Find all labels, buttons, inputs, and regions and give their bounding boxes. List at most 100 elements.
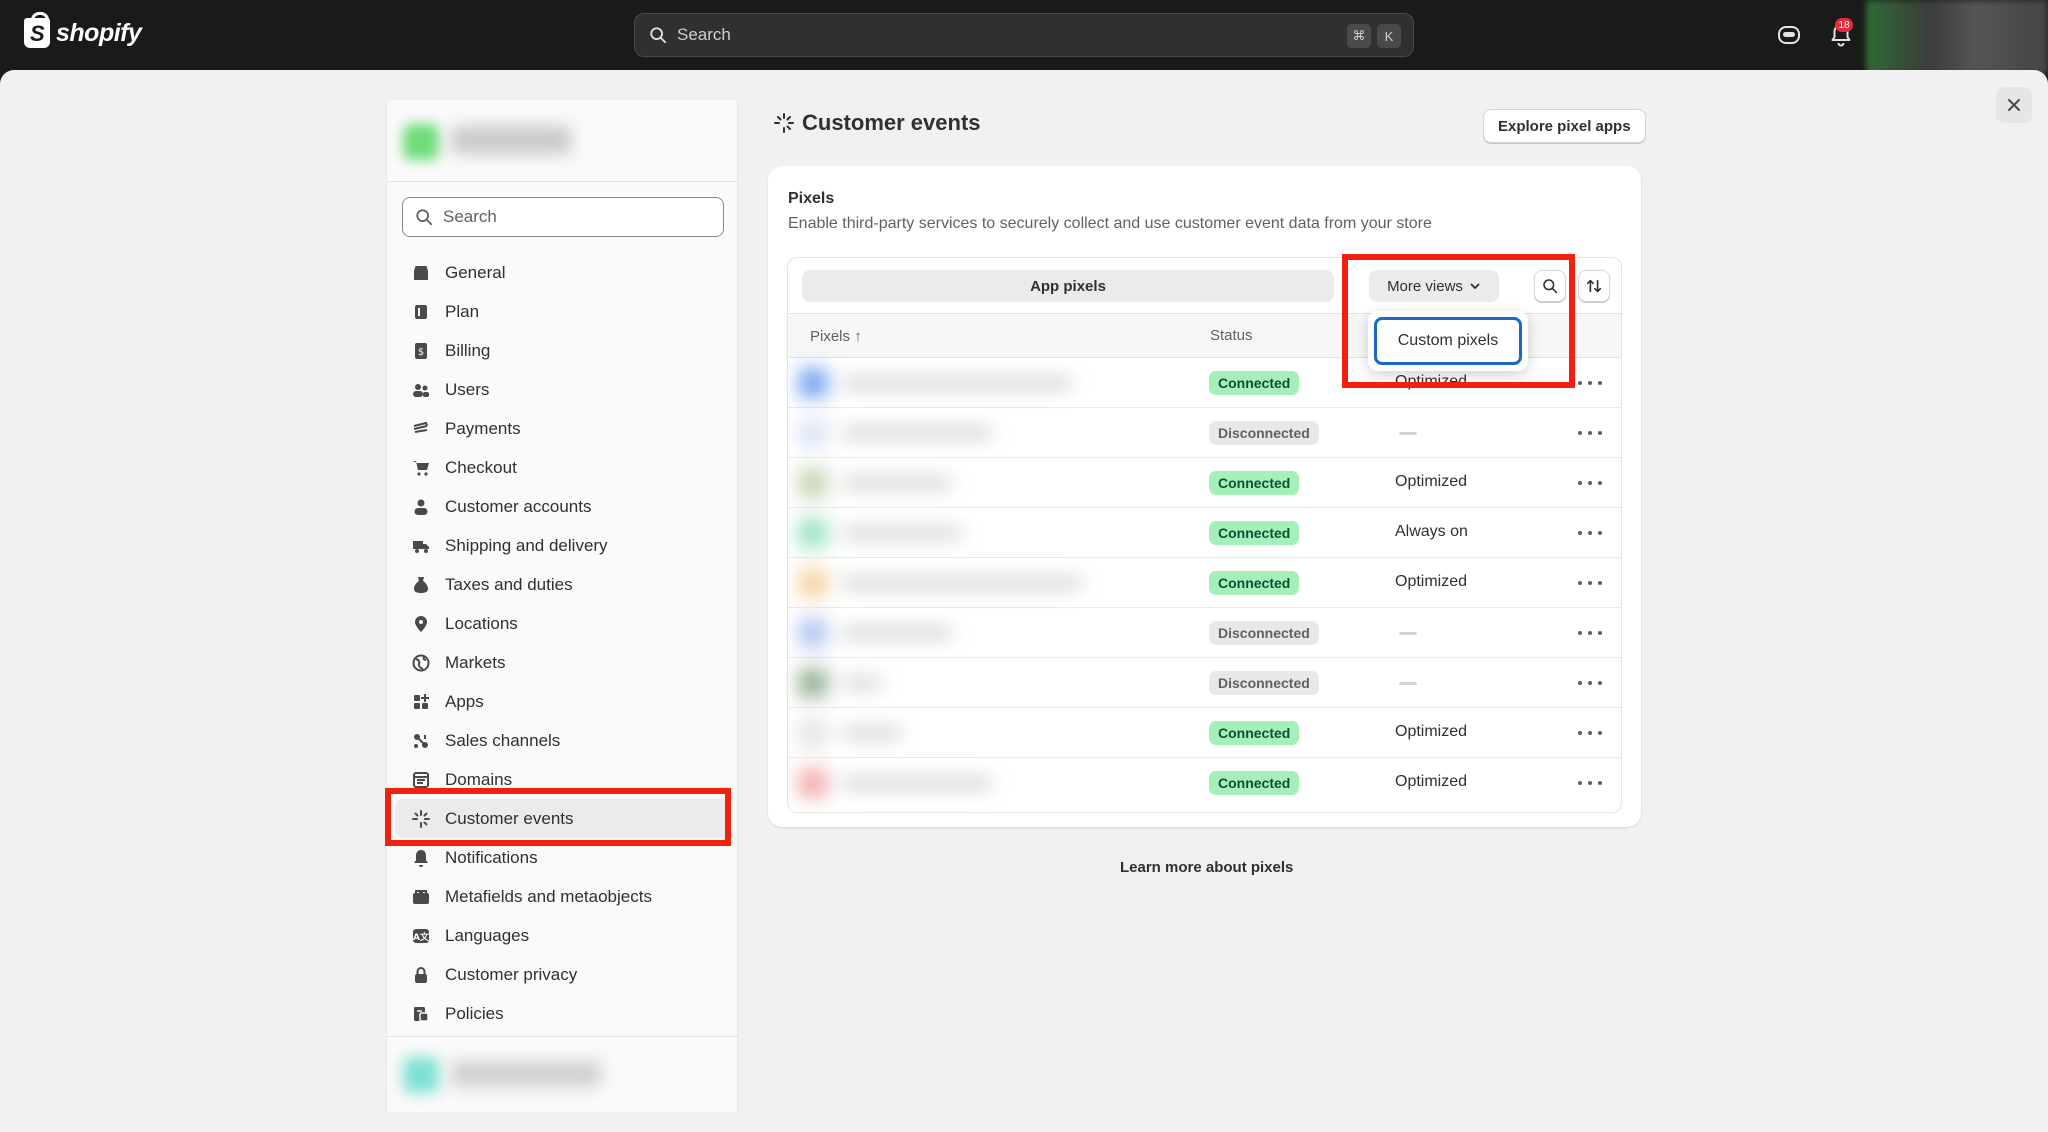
pixel-name-blurred <box>798 768 1098 798</box>
sidebar-footer-user[interactable] <box>387 1036 739 1112</box>
sidekick-icon[interactable] <box>1776 22 1802 48</box>
pixel-mode: Always on <box>1395 523 1468 540</box>
svg-text:A文: A文 <box>413 931 430 943</box>
store-switcher[interactable] <box>387 100 739 182</box>
pixel-name-blurred <box>798 568 1098 598</box>
row-actions-button[interactable] <box>1578 424 1602 442</box>
settings-sidebar: General Plan $ Billing Users Payments Checkout… <box>386 100 739 1112</box>
status-badge: Connected <box>1209 521 1300 545</box>
sidebar-item-shipping-and-delivery[interactable]: Shipping and delivery <box>395 526 731 565</box>
page-header: Customer events <box>774 110 981 136</box>
learn-more-link[interactable]: Learn more about pixels <box>1120 859 1293 876</box>
row-actions-button[interactable] <box>1578 624 1602 642</box>
table-row[interactable]: Disconnected <box>788 408 1621 458</box>
users-icon <box>411 380 431 400</box>
row-actions-button[interactable] <box>1578 374 1602 392</box>
dot <box>1578 431 1582 435</box>
sidebar-item-label: Locations <box>445 613 518 633</box>
table-row[interactable]: Connected Optimized <box>788 758 1621 808</box>
person-icon <box>411 497 431 517</box>
dot <box>1588 381 1592 385</box>
sidebar-item-apps[interactable]: Apps <box>395 682 731 721</box>
table-row[interactable]: Disconnected <box>788 658 1621 708</box>
column-pixels-label: Pixels <box>810 328 851 345</box>
dot <box>1598 681 1602 685</box>
lock-icon <box>411 965 431 985</box>
account-menu-avatar[interactable] <box>1866 0 2048 74</box>
row-actions-button[interactable] <box>1578 574 1602 592</box>
sidebar-item-payments[interactable]: Payments <box>395 409 731 448</box>
dot <box>1588 731 1592 735</box>
row-actions-button[interactable] <box>1578 724 1602 742</box>
sidebar-item-sales-channels[interactable]: Sales channels <box>395 721 731 760</box>
status-badge: Disconnected <box>1209 671 1319 695</box>
dot <box>1588 481 1592 485</box>
highlight-customer-events <box>385 788 731 846</box>
sidebar-item-label: Policies <box>445 1003 504 1023</box>
domain-icon <box>411 770 431 790</box>
pixel-mode: Optimized <box>1395 573 1468 590</box>
shopify-bag-icon: S <box>24 12 50 48</box>
dot <box>1598 481 1602 485</box>
row-actions-button[interactable] <box>1578 774 1602 792</box>
sidebar-item-taxes-and-duties[interactable]: Taxes and duties <box>395 565 731 604</box>
sidebar-item-label: Checkout <box>445 457 517 477</box>
global-search[interactable]: ⌘ K <box>634 13 1414 57</box>
dot <box>1598 781 1602 785</box>
dot <box>1588 631 1592 635</box>
sidebar-item-label: Users <box>445 379 490 399</box>
sidebar-item-label: Customer privacy <box>445 964 578 984</box>
dot <box>1598 631 1602 635</box>
settings-search[interactable] <box>402 197 724 237</box>
sidebar-item-customer-accounts[interactable]: Customer accounts <box>395 487 731 526</box>
sidebar-item-users[interactable]: Users <box>395 370 731 409</box>
card-description: Enable third-party services to securely … <box>788 215 1432 232</box>
sidebar-item-label: Shipping and delivery <box>445 535 608 555</box>
status-badge: Connected <box>1209 471 1300 495</box>
table-row[interactable]: Connected Optimized <box>788 708 1621 758</box>
sort-button[interactable] <box>1578 270 1610 302</box>
status-badge: Disconnected <box>1209 421 1319 445</box>
pixel-name-blurred <box>798 418 1098 448</box>
sidebar-item-languages[interactable]: A文 Languages <box>395 916 731 955</box>
column-header-pixels[interactable]: Pixels ↑ <box>810 328 862 345</box>
sidebar-item-metafields-and-metaobjects[interactable]: Metafields and metaobjects <box>395 877 731 916</box>
pixel-mode: Optimized <box>1395 723 1468 740</box>
table-row[interactable]: Disconnected <box>788 608 1621 658</box>
sidebar-item-plan[interactable]: Plan <box>395 292 731 331</box>
table-row[interactable]: Connected Optimized <box>788 458 1621 508</box>
brand-name: shopify <box>56 18 142 47</box>
row-actions-button[interactable] <box>1578 474 1602 492</box>
table-row[interactable]: Connected Optimized <box>788 558 1621 608</box>
dot <box>1598 731 1602 735</box>
user-avatar <box>403 1057 439 1093</box>
sidebar-item-billing[interactable]: $ Billing <box>395 331 731 370</box>
user-name-blurred <box>451 1061 601 1087</box>
pixel-name-blurred <box>798 468 1098 498</box>
tab-app-pixels[interactable]: App pixels <box>802 270 1334 302</box>
sidebar-item-policies[interactable]: Policies <box>395 994 731 1033</box>
sidebar-item-locations[interactable]: Locations <box>395 604 731 643</box>
dot <box>1578 531 1582 535</box>
sidebar-item-label: Domains <box>445 769 513 789</box>
sidebar-item-general[interactable]: General <box>395 253 731 292</box>
sidebar-item-label: Notifications <box>445 847 538 867</box>
global-search-input[interactable] <box>677 25 1277 45</box>
dot <box>1578 731 1582 735</box>
settings-search-input[interactable] <box>443 207 703 227</box>
sidebar-item-markets[interactable]: Markets <box>395 643 731 682</box>
sidebar-item-label: Payments <box>445 418 521 438</box>
row-actions-button[interactable] <box>1578 524 1602 542</box>
shopify-logo[interactable]: S shopify <box>24 12 142 48</box>
explore-pixel-apps-button[interactable]: Explore pixel apps <box>1483 109 1646 143</box>
table-row[interactable]: Connected Always on <box>788 508 1621 558</box>
row-actions-button[interactable] <box>1578 674 1602 692</box>
close-settings-button[interactable] <box>1996 87 2032 123</box>
apps-icon <box>411 692 431 712</box>
store-avatar <box>403 124 439 160</box>
plan-icon <box>411 302 431 322</box>
sidebar-item-customer-privacy[interactable]: Customer privacy <box>395 955 731 994</box>
empty-mode-dash <box>1399 682 1417 685</box>
pixel-name-blurred <box>798 618 1098 648</box>
sidebar-item-checkout[interactable]: Checkout <box>395 448 731 487</box>
